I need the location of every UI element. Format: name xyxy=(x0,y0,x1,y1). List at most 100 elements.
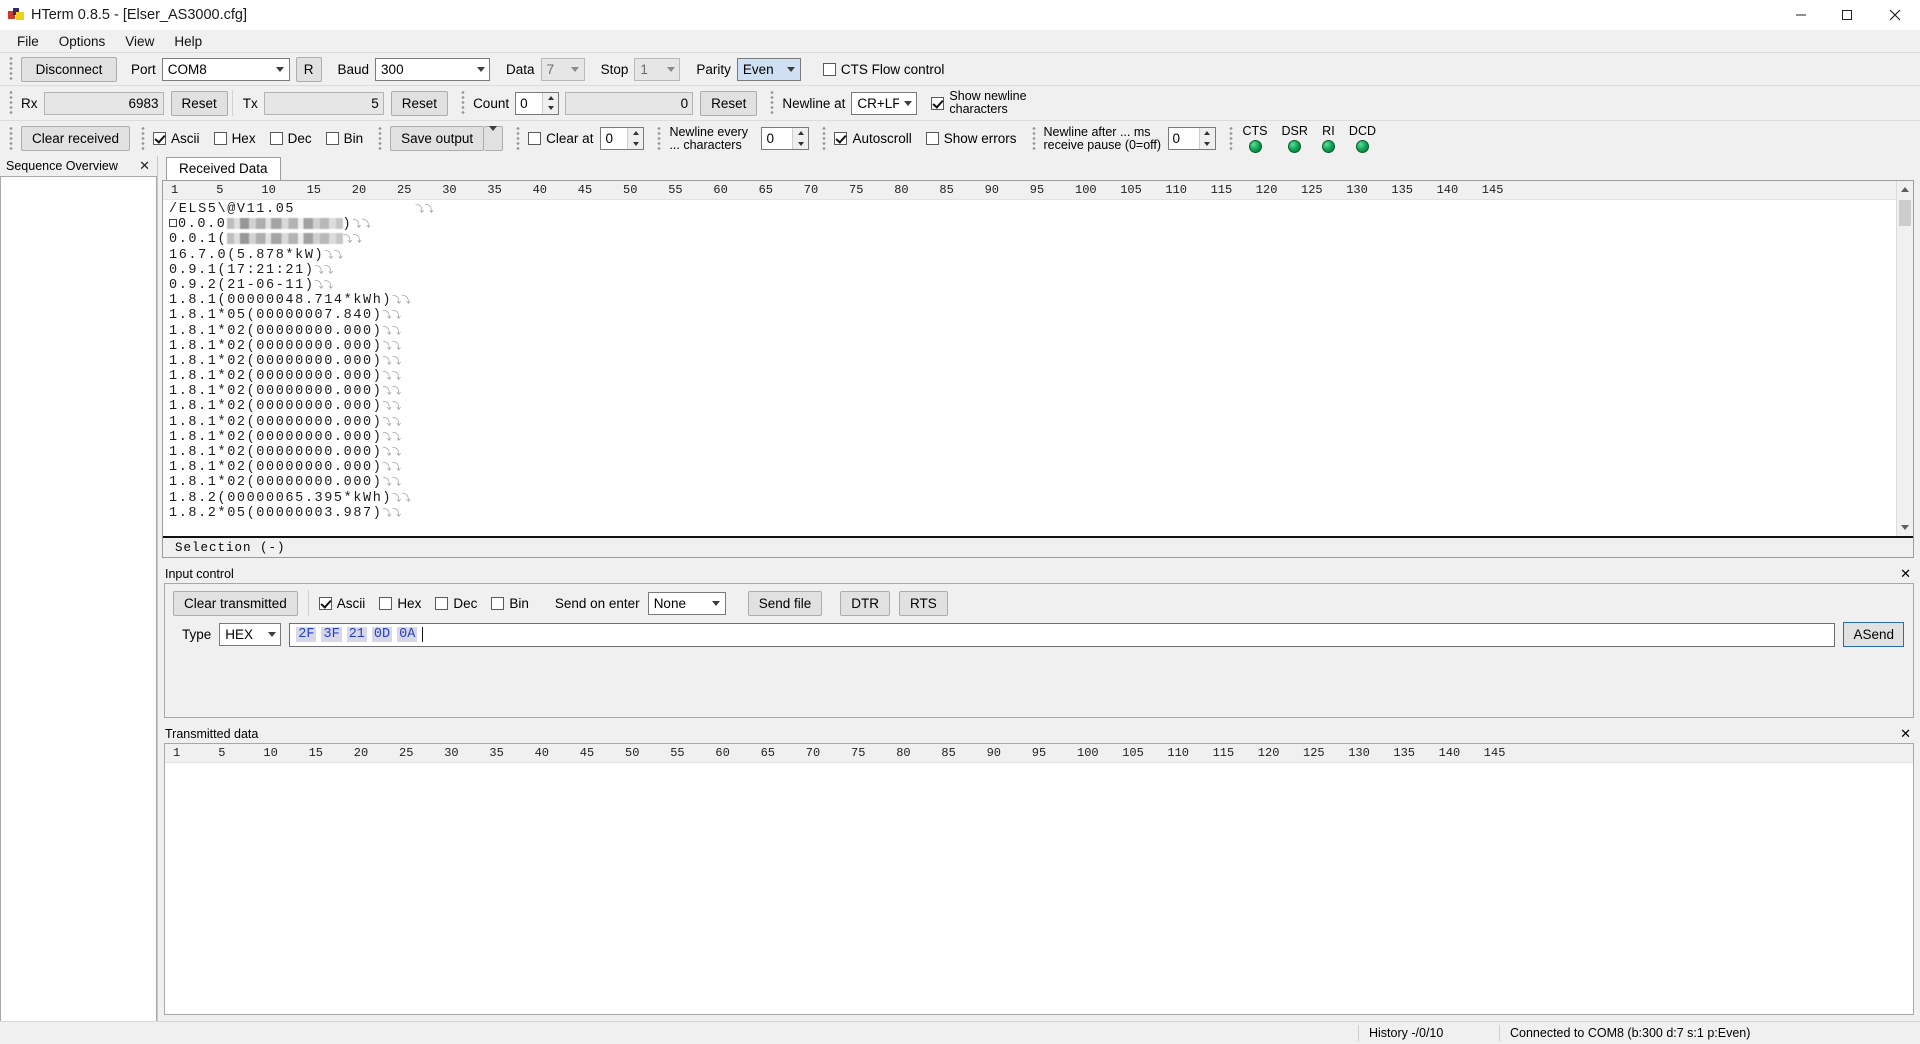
newline-marker-icon: ⤵⤵ xyxy=(382,311,402,322)
toolbar-grip[interactable] xyxy=(8,56,15,82)
stepper-up-icon[interactable] xyxy=(793,128,809,139)
received-vertical-scrollbar[interactable] xyxy=(1896,181,1913,536)
tx-reset-button[interactable]: Reset xyxy=(390,90,449,116)
received-line: 0.9.2(21-06-11)⤵⤵ xyxy=(169,278,1896,293)
stepper-down-icon[interactable] xyxy=(1199,138,1215,149)
newline-every-stepper[interactable]: 0 xyxy=(761,127,810,150)
parity-label: Parity xyxy=(696,61,731,77)
newline-after-pause-label: Newline after ... ms receive pause (0=of… xyxy=(1043,124,1162,152)
count-stepper[interactable]: 0 xyxy=(515,91,560,115)
send-input-field[interactable]: 2F 3F 21 0D 0A xyxy=(289,622,1836,647)
ruler-tick: 100 xyxy=(1077,746,1099,760)
text-caret xyxy=(422,627,424,642)
close-icon[interactable]: ✕ xyxy=(1897,566,1914,582)
close-icon[interactable]: ✕ xyxy=(136,158,153,174)
asend-button[interactable]: ASend xyxy=(1843,622,1904,647)
transmit-format-dec-checkbox[interactable]: Dec xyxy=(435,596,477,611)
clear-received-button[interactable]: Clear received xyxy=(21,126,131,151)
data-bits-select[interactable]: 7 xyxy=(540,57,585,81)
toolbar-grip[interactable] xyxy=(1030,125,1038,152)
port-select[interactable]: COM8 xyxy=(161,57,290,81)
clear-at-stepper[interactable]: 0 xyxy=(600,127,645,150)
menu-help[interactable]: Help xyxy=(164,32,212,51)
stepper-buttons[interactable] xyxy=(542,92,559,114)
disconnect-button[interactable]: Disconnect xyxy=(21,56,117,82)
toolbar-grip[interactable] xyxy=(515,125,523,152)
clear-transmitted-button[interactable]: Clear transmitted xyxy=(173,590,298,616)
transmit-format-bin-label: Bin xyxy=(509,595,529,611)
toolbar-grip[interactable] xyxy=(821,125,829,152)
send-file-button[interactable]: Send file xyxy=(747,590,823,616)
stepper-down-icon[interactable] xyxy=(793,138,809,149)
scrollbar-thumb[interactable] xyxy=(1899,200,1911,226)
menu-view[interactable]: View xyxy=(115,32,164,51)
toolbar-grip[interactable] xyxy=(377,125,385,152)
scrollbar-track[interactable] xyxy=(1897,198,1913,519)
maximize-button[interactable] xyxy=(1824,0,1870,30)
toolbar-grip[interactable] xyxy=(8,125,15,152)
received-line: 1.8.1*02(00000000.000)⤵⤵ xyxy=(169,445,1896,460)
sequence-overview-list[interactable] xyxy=(0,176,157,1021)
stepper-up-icon[interactable] xyxy=(1199,128,1215,139)
toolbar-grip[interactable] xyxy=(460,90,468,116)
show-errors-checkbox[interactable]: Show errors xyxy=(925,131,1017,146)
newline-after-pause-stepper[interactable]: 0 xyxy=(1167,127,1216,150)
toolbar-grip[interactable] xyxy=(769,90,777,116)
rescan-ports-button[interactable]: R xyxy=(295,56,322,82)
clear-at-checkbox[interactable]: Clear at xyxy=(528,131,593,146)
stepper-buttons[interactable] xyxy=(792,128,809,149)
received-format-ascii-checkbox[interactable]: Ascii xyxy=(153,131,200,146)
stepper-buttons[interactable] xyxy=(1198,128,1215,149)
toolbar-grip[interactable] xyxy=(140,125,148,152)
save-output-button[interactable]: Save output xyxy=(390,126,485,151)
close-icon[interactable]: ✕ xyxy=(1897,726,1914,742)
menu-options[interactable]: Options xyxy=(49,32,116,51)
transmit-format-hex-checkbox[interactable]: Hex xyxy=(379,596,421,611)
stepper-up-icon[interactable] xyxy=(628,128,644,139)
received-format-bin-checkbox[interactable]: Bin xyxy=(325,131,363,146)
rts-button[interactable]: RTS xyxy=(898,590,948,616)
parity-select[interactable]: Even xyxy=(736,57,801,81)
ruler-tick: 100 xyxy=(1075,183,1097,197)
input-type-select[interactable]: HEX xyxy=(219,623,282,646)
stepper-up-icon[interactable] xyxy=(543,92,559,103)
led-indicator-icon xyxy=(1288,139,1302,153)
ruler-tick: 50 xyxy=(625,746,640,760)
stepper-down-icon[interactable] xyxy=(628,138,644,149)
newline-at-select[interactable]: CR+LF xyxy=(851,91,918,115)
stop-bits-select[interactable]: 1 xyxy=(634,57,681,81)
stepper-buttons[interactable] xyxy=(627,128,644,149)
toolbar-grip[interactable] xyxy=(8,90,15,116)
baud-select[interactable]: 300 xyxy=(375,57,491,81)
toolbar-grip[interactable] xyxy=(656,125,664,152)
send-on-enter-select[interactable]: None xyxy=(647,591,726,615)
received-format-dec-checkbox[interactable]: Dec xyxy=(269,131,312,146)
received-format-hex-checkbox[interactable]: Hex xyxy=(213,131,256,146)
ruler-tick: 120 xyxy=(1255,183,1278,197)
stepper-down-icon[interactable] xyxy=(543,103,559,114)
scroll-up-icon[interactable] xyxy=(1897,181,1913,198)
tab-received-data[interactable]: Received Data xyxy=(166,157,281,180)
menu-file[interactable]: File xyxy=(7,32,49,51)
save-output-dropdown-button[interactable] xyxy=(484,126,504,151)
received-lines[interactable]: /ELS5\@V11.05 ⤵⤵ 0.0.0)⤵⤵ 0.0.1(⤵⤵ 16.7.0(5.… xyxy=(163,200,1896,536)
minimize-button[interactable] xyxy=(1778,0,1824,30)
transmit-format-ascii-checkbox[interactable]: Ascii xyxy=(318,596,365,611)
show-newline-characters-checkbox[interactable]: Show newline characters xyxy=(931,90,1041,116)
count-reset-button[interactable]: Reset xyxy=(700,90,758,116)
divider xyxy=(231,90,233,116)
toolbar-grip[interactable] xyxy=(1227,125,1235,152)
transmit-format-bin-checkbox[interactable]: Bin xyxy=(491,596,529,611)
autoscroll-checkbox[interactable]: Autoscroll xyxy=(834,131,912,146)
checkbox-box xyxy=(379,596,393,610)
newline-marker-icon: ⤵⤵ xyxy=(352,220,372,231)
dtr-button[interactable]: DTR xyxy=(840,590,890,616)
transmitted-lines[interactable] xyxy=(165,763,1913,1014)
scroll-down-icon[interactable] xyxy=(1897,519,1913,536)
rx-reset-button[interactable]: Reset xyxy=(170,90,228,116)
cts-flow-control-checkbox[interactable]: CTS Flow control xyxy=(822,62,944,77)
ruler-tick: 60 xyxy=(713,183,728,197)
ruler-tick: 135 xyxy=(1393,746,1415,760)
checkbox-box xyxy=(822,62,836,76)
close-button[interactable] xyxy=(1870,0,1920,30)
